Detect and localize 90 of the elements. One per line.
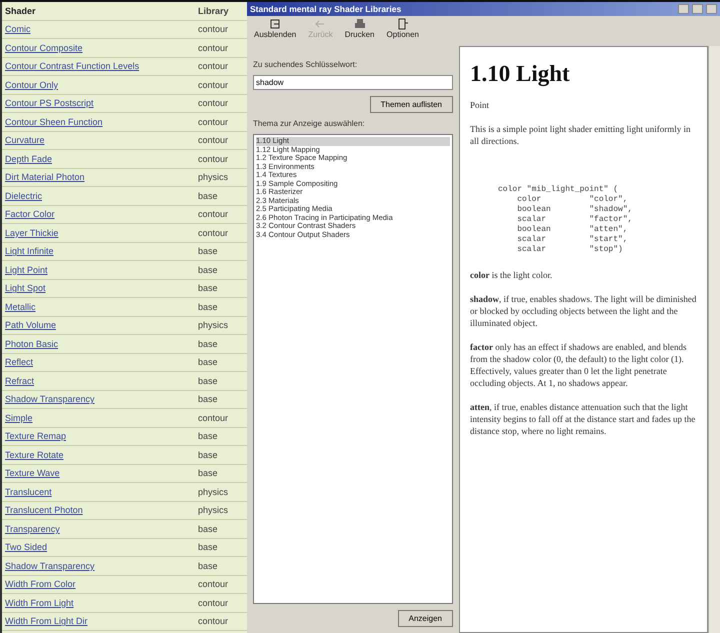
shader-link[interactable]: Depth Fade [2,154,198,164]
shader-link[interactable]: Layer Thickie [2,228,198,238]
shader-link[interactable]: Dirt Material Photon [2,172,198,182]
subheading: Point [470,99,490,111]
table-cell-text: contour [198,154,230,164]
shader-link[interactable]: Texture Remap [2,431,198,442]
printer-icon [354,18,366,30]
shader-link[interactable]: Curvature [2,135,198,146]
shader-link[interactable]: Dielectric [2,190,198,201]
scrollbar[interactable] [708,46,720,633]
topics-label: Thema zur Anzeige auswählen: [253,119,366,128]
table-cell-text: contour [198,412,230,423]
toolbar-button[interactable]: Ausblenden [251,18,300,44]
table-cell-text: contour [198,42,230,53]
shader-link[interactable]: Transparency [2,524,198,534]
show-button[interactable]: Anzeigen [398,610,453,627]
table-cell-text: contour [198,579,230,590]
table-cell-text: physics [198,505,230,516]
table-cell-text: base [198,394,219,404]
hide-pane-icon [269,18,282,30]
table-cell-text: physics [198,486,230,497]
shader-link[interactable]: Contour Only [2,80,198,90]
shader-link[interactable]: Texture Wave [2,468,198,478]
window-title: Standard mental ray Shader Libraries [250,4,402,14]
shader-link[interactable]: Path Volume [2,320,198,330]
table-cell-text: contour [198,98,230,108]
table-cell-text: base [198,264,219,275]
table-cell-text: base [198,357,219,368]
table-cell-text: base [198,431,219,442]
table-cell-text: base [198,246,219,256]
table-cell-text: physics [198,172,230,182]
table-cell-text: contour [198,228,230,238]
shader-link[interactable]: Texture Rotate [2,450,198,460]
table-cell-text: contour [198,616,230,626]
shader-link[interactable]: Comic [2,24,198,34]
shader-link[interactable]: Contour Sheen Function [2,116,198,127]
options-icon [396,18,409,30]
topic-heading: 1.10 Light [470,61,571,87]
shader-link[interactable]: Contour Contrast Function Levels [2,61,198,72]
table-cell-text: base [198,302,219,312]
table-cell-text: physics [198,320,230,330]
shader-link[interactable]: Metallic [2,302,198,312]
shader-link[interactable]: Photon Basic [2,338,198,349]
column-header: Shader [4,6,37,16]
shader-link[interactable]: Contour Composite [2,42,198,53]
parameter-paragraph: shadow, if true, enables shadows. The light will be diminished or blocked by occluding objects between the light and the illuminated object. [470,293,697,329]
parameter-paragraph: factor only has an effect if shadows are enabled, and blends from the shadow color (0, the default) to the light color (1). Effectively, values greater than 0 let the light penetrate occluding objects. At 1, no shadows appear. [470,341,688,389]
table-cell-text: base [198,450,219,460]
intro-paragraph: This is a simple point light shader emitting light uniformly in all directions. [470,123,692,147]
shader-link[interactable]: Width From Light Dir [2,616,198,626]
column-header: Library [198,6,230,16]
table-cell-text: contour [198,24,230,34]
shader-link[interactable]: Contour PS Postscript [2,98,198,108]
keyword-label: Zu suchendes Schlüsselwort: [253,60,358,69]
toolbar-button[interactable]: Optionen [384,18,422,44]
shader-link[interactable]: Translucent Photon [2,505,198,516]
shader-link[interactable]: Factor Color [2,209,198,220]
shader-link[interactable]: Shadow Transparency [2,394,198,404]
back-arrow-icon [314,18,326,30]
shader-link[interactable]: Simple [2,412,198,423]
shader-link[interactable]: Reflect [2,357,198,368]
table-cell-text: contour [198,135,230,146]
shader-link[interactable]: Two Sided [2,542,198,552]
table-cell-text: base [198,542,219,552]
shader-link[interactable]: Light Point [2,264,198,275]
shader-link[interactable]: Refract [2,376,198,386]
table-cell-text: base [198,283,219,294]
table-cell-text: contour [198,61,230,72]
table-cell-text: base [198,560,219,571]
keyword-field[interactable]: shadow [253,75,453,90]
table-cell-text: base [198,468,219,478]
table-cell-text: contour [198,116,230,127]
parameter-paragraph: atten, if true, enables distance attenuation such that the light intensity begins to fall off at the distance start and fades up the distance stop, where no light remains. [470,401,696,437]
shader-link[interactable]: Shadow Transparency [2,560,198,571]
table-cell-text: contour [198,209,230,220]
list-topics-button[interactable]: Themen auflisten [370,96,453,113]
code-listing: color "mib_light_point" ( color "color", boolean "shadow", scalar "factor", boolean "atten", scalar "start", scalar "stop") [498,185,634,255]
table-cell-text: contour [198,598,230,608]
shader-link[interactable]: Width From Light [2,598,198,608]
table-cell-text: base [198,338,219,349]
table-cell-text: base [198,524,219,534]
shader-link[interactable]: Light Spot [2,283,198,294]
shader-link[interactable]: Light Infinite [2,246,198,256]
parameter-paragraph: color is the light color. [470,269,554,281]
table-cell-text: base [198,190,219,201]
table-cell-text: contour [198,80,230,90]
shader-link[interactable]: Width From Color [2,579,198,590]
toolbar-button[interactable]: Drucken [342,18,378,44]
shader-link[interactable]: Translucent [2,486,198,497]
table-cell-text: base [198,376,219,386]
